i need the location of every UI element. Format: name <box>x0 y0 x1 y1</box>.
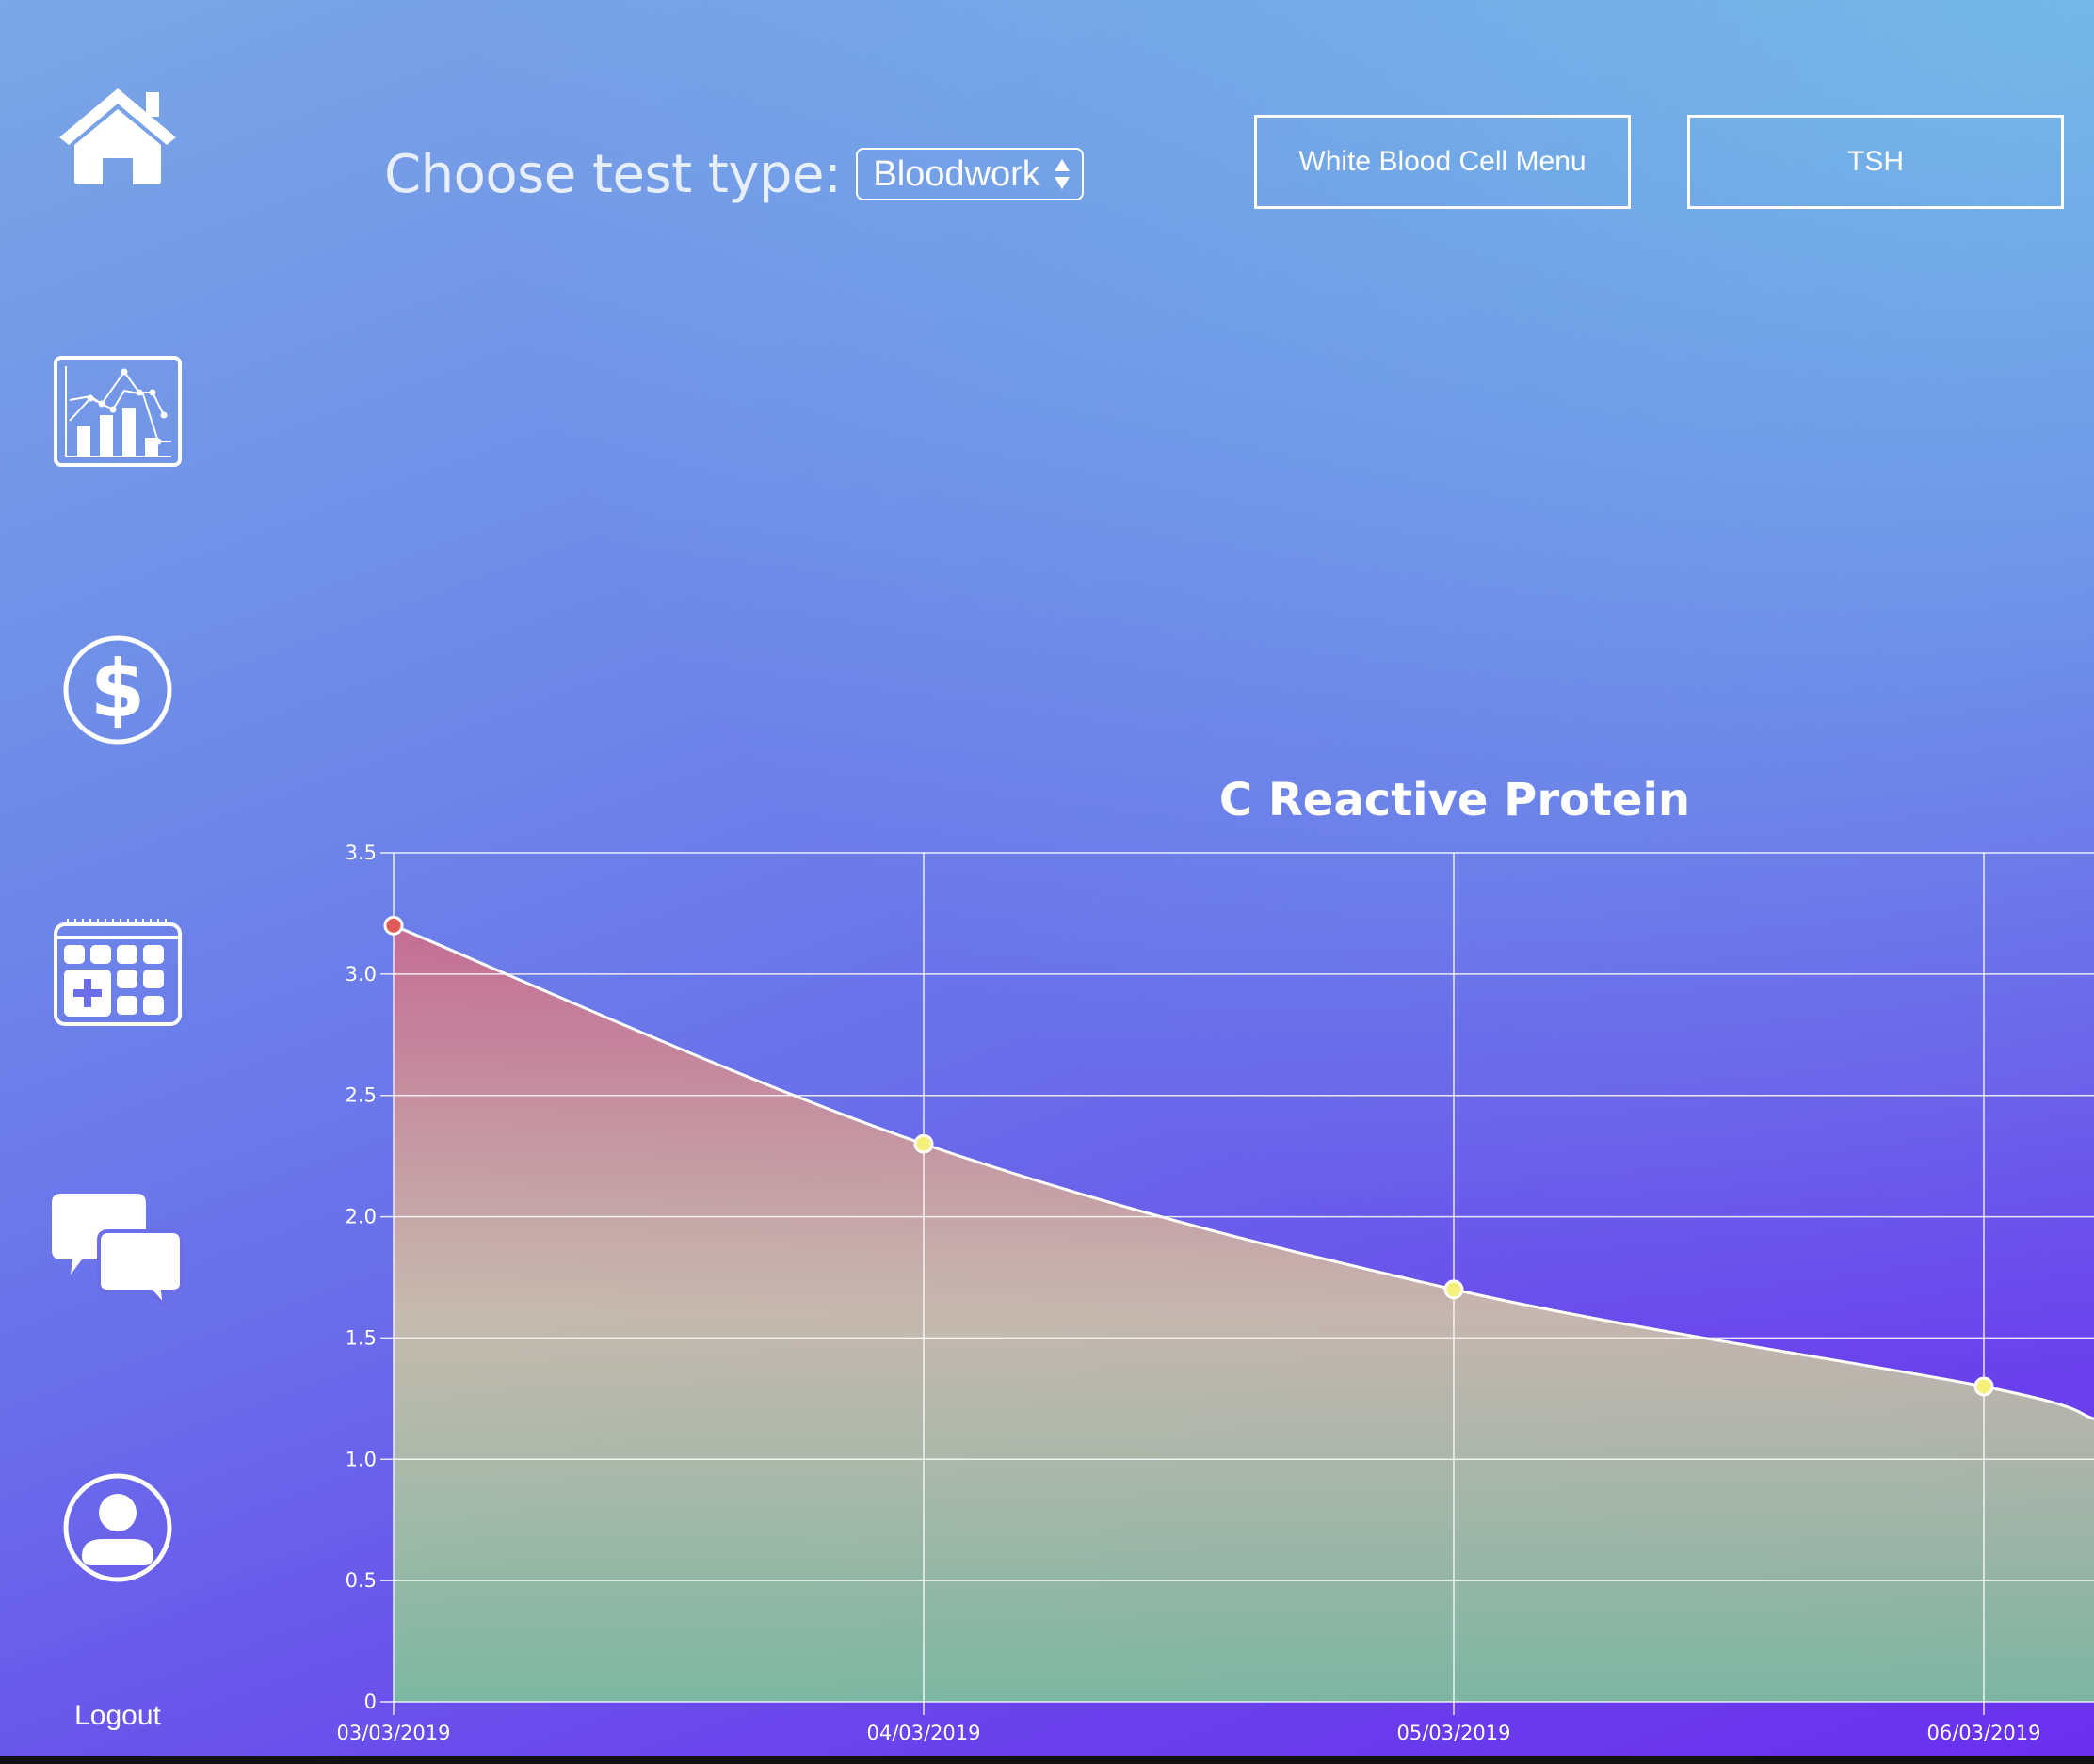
x-tick-label: 03/03/2019 <box>336 1722 450 1744</box>
y-tick-label: 3.5 <box>346 842 377 864</box>
data-point[interactable] <box>383 915 404 936</box>
data-point[interactable] <box>1973 1376 1994 1397</box>
crp-area-chart: 0 0.5 1.0 1.5 2.0 2.5 3.0 3.5 03/03/2019 04/03/20… <box>336 842 2094 1744</box>
y-tick-label: 0.5 <box>346 1569 377 1592</box>
data-point[interactable] <box>913 1133 934 1154</box>
y-tick-label: 1.0 <box>346 1448 377 1470</box>
y-tick-label: 3.0 <box>346 963 377 986</box>
data-point[interactable] <box>1443 1279 1464 1300</box>
y-tick-label: 2.5 <box>346 1084 377 1107</box>
bottom-edge <box>0 1756 2094 1764</box>
y-tick-label: 0 <box>364 1691 377 1713</box>
area-fill <box>394 925 2094 1702</box>
x-tick-label: 06/03/2019 <box>1926 1722 2040 1744</box>
app-screen: $ Logout Choose test type: Bloodwork Whi… <box>0 0 2094 1764</box>
y-tick-label: 2.0 <box>346 1206 377 1228</box>
x-tick-label: 05/03/2019 <box>1396 1722 1510 1744</box>
x-tick-label: 04/03/2019 <box>866 1722 980 1744</box>
y-tick-label: 1.5 <box>346 1326 377 1349</box>
